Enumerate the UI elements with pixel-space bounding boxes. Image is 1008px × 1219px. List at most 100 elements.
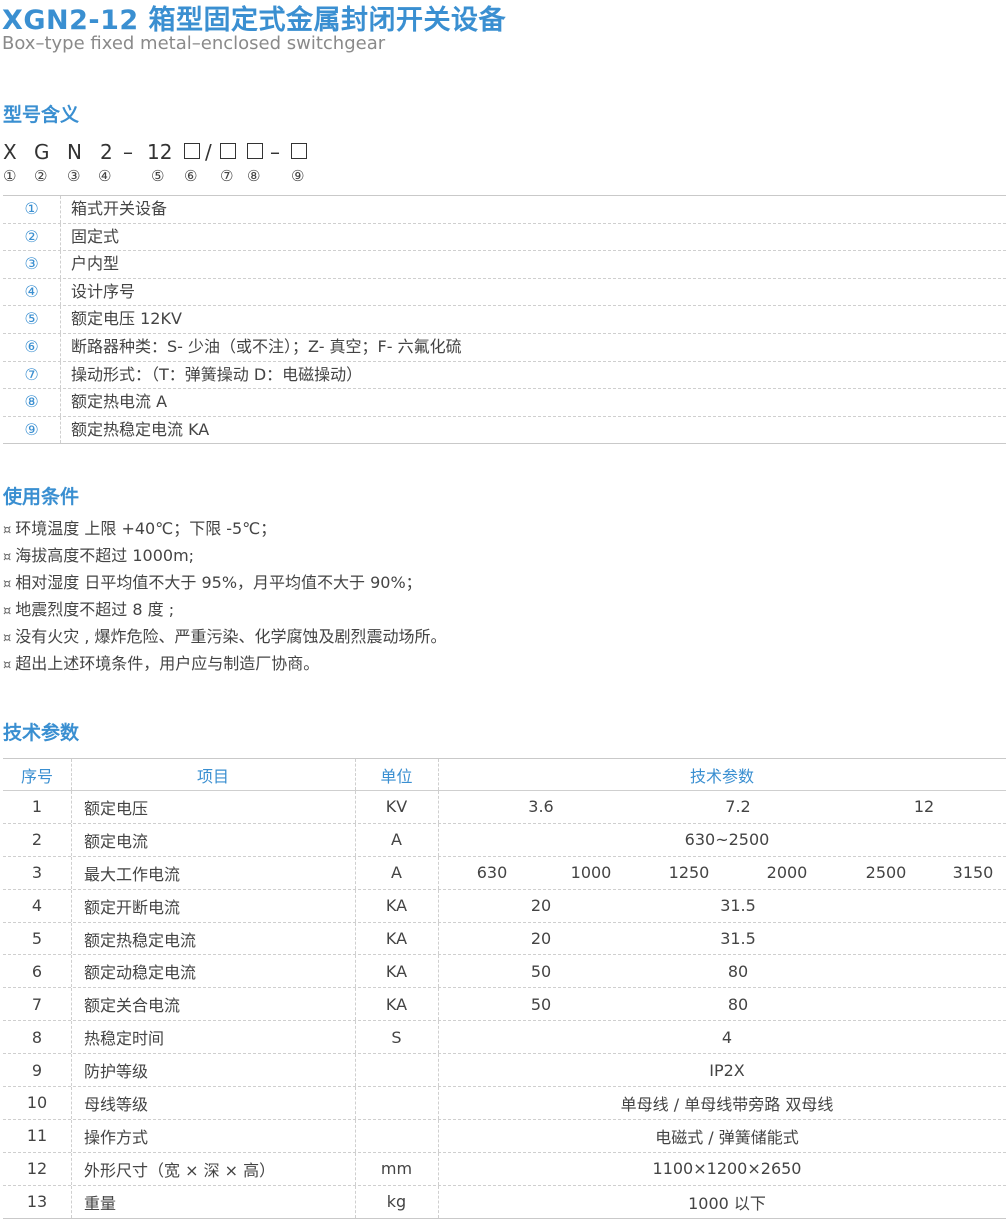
column-divider (355, 988, 356, 1021)
column-header-unit: 单位 (380, 766, 413, 786)
row-item: 最大工作电流 (84, 864, 181, 884)
row-unit: KV (385, 797, 408, 817)
row-seq: 5 (31, 929, 43, 948)
column-divider (71, 823, 72, 856)
row-value: 电磁式 / 弹簧储能式 (655, 1127, 799, 1147)
definition-row: ④ 设计序号 (3, 278, 1006, 307)
row-value: 7.2 (725, 797, 751, 817)
column-divider (71, 791, 72, 823)
code-char-2: 2 (100, 140, 113, 164)
row-unit (355, 1054, 438, 1086)
column-divider (71, 759, 72, 790)
definition-row: ② 固定式 (3, 223, 1006, 252)
code-placeholder-box (247, 143, 263, 159)
row-item: 重量 (84, 1193, 117, 1213)
code-number: ⑧ (247, 167, 261, 185)
column-divider (355, 1185, 356, 1218)
definition-number: ④ (3, 278, 61, 306)
definition-text: 操动形式：（T：弹簧操动 D：电磁操动） (71, 364, 363, 384)
column-divider (71, 1185, 72, 1218)
column-divider (438, 988, 439, 1021)
code-char-x: X (3, 140, 17, 164)
row-value: 31.5 (720, 896, 756, 916)
row-value: 3150 (952, 863, 994, 883)
code-placeholder-box (220, 143, 236, 159)
row-value: 1250 (668, 863, 710, 883)
column-divider (355, 1054, 356, 1087)
column-divider (355, 1152, 356, 1185)
row-item: 额定动稳定电流 (84, 963, 197, 983)
list-item: ¤ 环境温度 上限 +40℃；下限 -5℃； (3, 515, 447, 542)
row-unit (355, 1087, 438, 1119)
code-placeholder-box (291, 143, 307, 159)
column-divider (438, 1119, 439, 1152)
definition-row: ① 箱式开关设备 (3, 196, 1006, 224)
definition-number: ⑤ (3, 306, 61, 333)
row-value: 80 (727, 961, 749, 981)
table-row: 12 外形尺寸（宽 × 深 × 高） mm 1100×1200×2650 (3, 1152, 1006, 1186)
list-item: ¤ 没有火灾 , 爆炸危险、严重污染、化学腐蚀及剧烈震动场所。 (3, 623, 447, 650)
row-seq: 12 (26, 1159, 48, 1179)
row-seq: 8 (31, 1027, 43, 1047)
column-divider (71, 856, 72, 889)
table-row: 6 额定动稳定电流 KA 50 80 (3, 955, 1006, 989)
column-divider (438, 1054, 439, 1087)
column-divider (71, 1087, 72, 1119)
row-seq: 3 (31, 863, 43, 883)
row-value: 单母线 / 单母线带旁路 双母线 (620, 1094, 834, 1114)
list-item: ¤ 地震烈度不超过 8 度 ; (3, 596, 447, 623)
code-char-dash: – (123, 140, 133, 164)
column-header-item: 项目 (196, 766, 229, 786)
bullet-icon: ¤ (3, 523, 12, 538)
row-value: 31.5 (720, 929, 756, 948)
definition-number: ⑨ (3, 416, 61, 444)
row-value: 3.6 (528, 797, 554, 817)
table-row: 10 母线等级 单母线 / 单母线带旁路 双母线 (3, 1087, 1006, 1120)
row-item: 热稳定时间 (84, 1029, 165, 1049)
row-unit: mm (380, 1159, 413, 1179)
params-table: 序号 项目 单位 技术参数 1 额定电压 KV 3.6 7.2 12 2 额定电流 A 630~2… (3, 758, 1006, 1219)
column-header-seq: 序号 (20, 766, 53, 786)
row-item: 额定电压 (84, 798, 149, 818)
column-divider (355, 922, 356, 955)
row-value: IP2X (709, 1060, 745, 1080)
column-divider (355, 823, 356, 856)
row-unit (355, 1120, 438, 1152)
column-divider (438, 1152, 439, 1185)
column-divider (438, 1021, 439, 1054)
row-item: 操作方式 (84, 1127, 149, 1147)
bullet-icon: ¤ (3, 658, 12, 673)
definition-row: ⑧ 额定热电流 A (3, 389, 1006, 417)
code-number: ⑨ (291, 167, 305, 185)
definition-number: ① (3, 196, 61, 223)
section-heading-params: 技术参数 (3, 722, 80, 744)
definition-row: ⑤ 额定电压 12KV (3, 306, 1006, 334)
condition-text: 环境温度 上限 +40℃；下限 -5℃； (15, 519, 277, 538)
row-item: 母线等级 (84, 1094, 149, 1114)
row-item: 防护等级 (84, 1062, 149, 1082)
row-value: 80 (727, 994, 749, 1014)
definition-number: ② (3, 223, 61, 251)
bullet-icon: ¤ (3, 550, 12, 565)
code-number: ⑤ (151, 167, 165, 185)
list-item: ¤ 超出上述环境条件，用户应与制造厂协商。 (3, 650, 447, 677)
definition-table: ① 箱式开关设备 ② 固定式 ③ 户内型 ④ 设计序号 ⑤ 额定电压 12KV ⑥ 断路器种… (3, 195, 1006, 445)
condition-text: 相对湿度 日平均值不大于 95%，月平均值不大于 90%； (15, 573, 422, 592)
row-unit: KA (385, 896, 408, 916)
table-row: 9 防护等级 IP2X (3, 1054, 1006, 1088)
column-divider (438, 1087, 439, 1119)
row-value: 50 (530, 961, 552, 981)
conditions-list: ¤ 环境温度 上限 +40℃；下限 -5℃； ¤ 海拔高度不超过 1000m; ¤ 相… (3, 515, 447, 677)
condition-text: 没有火灾 , 爆炸危险、严重污染、化学腐蚀及剧烈震动场所。 (15, 627, 447, 646)
row-unit: A (391, 863, 402, 883)
code-char-12: 12 (147, 140, 173, 164)
row-unit: A (391, 830, 402, 850)
column-divider (438, 889, 439, 922)
row-seq: 13 (26, 1192, 48, 1212)
table-row: 1 额定电压 KV 3.6 7.2 12 (3, 791, 1006, 824)
definition-row: ⑨ 额定热稳定电流 KA (3, 416, 1006, 444)
column-divider (438, 791, 439, 823)
code-char-g: G (34, 140, 50, 164)
column-divider (438, 955, 439, 988)
definition-text: 额定热电流 A (71, 392, 168, 412)
